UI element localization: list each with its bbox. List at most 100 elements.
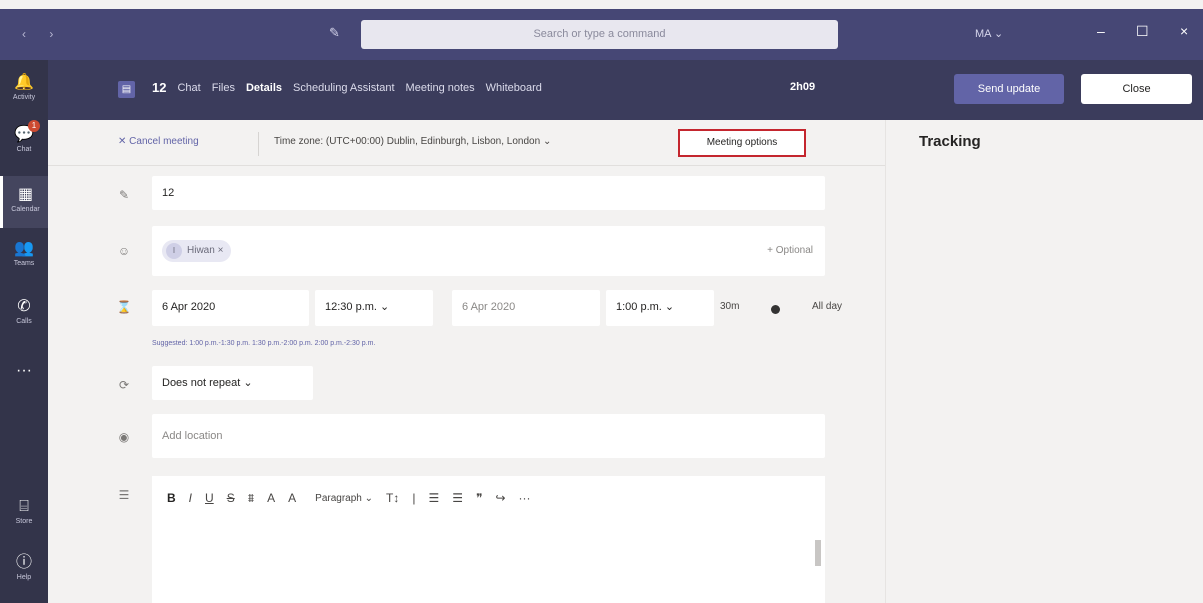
end-time-dropdown[interactable]: 1:00 p.m. ⌄ [606, 290, 714, 326]
rail-label-help: Help [16, 574, 32, 581]
end-date-field[interactable]: 6 Apr 2020 [452, 290, 600, 326]
strikethrough-button[interactable]: S [227, 491, 235, 505]
rail-item-teams[interactable]: 👥 Teams [0, 230, 48, 282]
rail-label-teams: Teams [13, 260, 35, 267]
teams-icon: 👥 [14, 240, 34, 257]
attendee-avatar: I [166, 243, 182, 260]
calendar-icon: ▦ [17, 186, 34, 203]
font-color-button[interactable]: A [267, 491, 275, 505]
formatting-toolbar: B I U S ⩩ A A Paragraph ⌄ T↕ | ☰ ☰ ❞ ↪ ·… [152, 476, 825, 520]
end-date-value: 6 Apr 2020 [462, 301, 516, 313]
rich-text-editor[interactable]: B I U S ⩩ A A Paragraph ⌄ T↕ | ☰ ☰ ❞ ↪ ·… [152, 476, 825, 603]
repeat-value: Does not repeat ⌄ [162, 377, 253, 389]
clear-format-button[interactable]: T↕ [386, 491, 399, 505]
suggested-times[interactable]: Suggested: 1:00 p.m.-1:30 p.m. 1:30 p.m.… [152, 340, 375, 347]
title-value: 12 [162, 187, 175, 199]
store-icon: ⌸ [19, 498, 29, 515]
attendees-field[interactable]: I Hiwan × + Optional [152, 226, 825, 276]
attendees-icon: ☺ [117, 244, 131, 258]
attendee-name: Hiwan [187, 245, 215, 257]
start-time-value: 12:30 p.m. ⌄ [325, 301, 390, 313]
bell-icon: 🔔 [14, 74, 34, 91]
toolbar-divider [258, 132, 259, 156]
meeting-options-button[interactable]: Meeting options [678, 129, 806, 157]
more-icon: ··· [16, 362, 32, 379]
optional-attendees-link[interactable]: + Optional [767, 226, 813, 276]
details-icon: ☰ [118, 488, 130, 502]
meeting-header: ▤ 12 Chat Files Details Scheduling Assis… [48, 60, 1203, 120]
all-day-toggle[interactable] [771, 305, 780, 314]
numbered-list-button[interactable]: ☰ [452, 491, 463, 505]
help-icon: ⓘ [15, 554, 32, 571]
rail-label-chat: Chat [16, 146, 32, 153]
rail-label-activity: Activity [12, 94, 36, 101]
meeting-timer: 2h09 [790, 81, 816, 93]
repeat-dropdown[interactable]: Does not repeat ⌄ [152, 366, 313, 400]
app-rail: 🔔 Activity 💬 1 Chat ▦ Calendar 👥 Teams ✆… [0, 60, 48, 603]
bold-button[interactable]: B [167, 491, 176, 505]
search-input[interactable]: Search or type a command [361, 20, 838, 49]
rail-label-calls: Calls [16, 318, 32, 325]
title-bar: ‹ › ✎ Search or type a command MA ⌄ – ☐ … [0, 9, 1203, 60]
rail-label-store: Store [15, 518, 33, 525]
tab-files[interactable]: Files [212, 82, 235, 94]
rail-label-calendar: Calendar [11, 206, 40, 213]
location-placeholder: Add location [162, 430, 223, 442]
highlight-button[interactable]: ⩩ [248, 491, 254, 506]
repeat-icon: ⟳ [118, 378, 130, 392]
maximize-icon[interactable]: ☐ [1136, 23, 1149, 40]
rail-item-help[interactable]: ⓘ Help [0, 544, 48, 596]
meeting-title: 12 [152, 80, 167, 95]
clock-icon: ⌛ [116, 300, 132, 314]
back-forward-arrows-icon[interactable]: ‹ › [22, 27, 63, 41]
more-options-icon[interactable]: ··· [519, 491, 531, 505]
rail-item-chat[interactable]: 💬 1 Chat [0, 116, 48, 168]
meeting-calendar-icon: ▤ [118, 81, 135, 98]
timezone-dropdown[interactable]: Time zone: (UTC+00:00) Dublin, Edinburgh… [274, 136, 551, 147]
end-time-value: 1:00 p.m. ⌄ [616, 301, 675, 313]
tab-details[interactable]: Details [246, 82, 282, 94]
rail-item-calls[interactable]: ✆ Calls [0, 288, 48, 340]
editor-scrollbar[interactable] [812, 530, 822, 603]
compose-icon[interactable]: ✎ [329, 25, 340, 41]
link-button[interactable]: ↪ [495, 491, 505, 505]
edit-title-icon: ✎ [118, 188, 130, 202]
tab-whiteboard[interactable]: Whiteboard [486, 82, 542, 94]
quote-button[interactable]: ❞ [476, 491, 482, 505]
location-icon: ◉ [118, 430, 130, 444]
minimize-icon[interactable]: – [1097, 23, 1105, 39]
divider-icon: | [412, 491, 416, 505]
close-button[interactable]: Close [1081, 74, 1192, 104]
bullet-list-button[interactable]: ☰ [428, 491, 439, 505]
location-input[interactable]: Add location [152, 414, 825, 458]
tab-meeting-notes[interactable]: Meeting notes [406, 82, 475, 94]
tab-scheduling-assistant[interactable]: Scheduling Assistant [293, 82, 395, 94]
start-time-dropdown[interactable]: 12:30 p.m. ⌄ [315, 290, 433, 326]
rail-item-activity[interactable]: 🔔 Activity [0, 64, 48, 116]
underline-button[interactable]: U [205, 491, 214, 505]
paragraph-dropdown[interactable]: Paragraph ⌄ [315, 493, 373, 504]
all-day-label: All day [812, 301, 843, 312]
meeting-toolbar: ✕ Cancel meeting Time zone: (UTC+00:00) … [48, 120, 885, 166]
send-update-button[interactable]: Send update [954, 74, 1064, 104]
attendee-chip[interactable]: I Hiwan × [162, 240, 232, 263]
meeting-tabs: 12 Chat Files Details Scheduling Assista… [152, 80, 542, 95]
tracking-panel: Tracking [885, 120, 1203, 603]
scroll-thumb[interactable] [815, 540, 821, 566]
rail-item-more[interactable]: ··· [0, 352, 48, 404]
tab-chat[interactable]: Chat [177, 82, 200, 94]
duration-label: 30m [720, 301, 740, 312]
font-size-button[interactable]: A [288, 491, 296, 505]
cancel-meeting-button[interactable]: ✕ Cancel meeting [118, 136, 199, 147]
tracking-title: Tracking [919, 133, 981, 150]
rail-item-store[interactable]: ⌸ Store [0, 488, 48, 540]
user-initials: MA [975, 28, 991, 40]
unread-badge: 1 [28, 120, 40, 132]
start-date-value: 6 Apr 2020 [162, 301, 216, 313]
profile-menu[interactable]: MA ⌄ [975, 27, 1003, 40]
start-date-field[interactable]: 6 Apr 2020 [152, 290, 309, 326]
close-window-icon[interactable]: × [1180, 23, 1188, 39]
italic-button[interactable]: I [189, 491, 192, 505]
rail-item-calendar[interactable]: ▦ Calendar [0, 176, 48, 228]
title-field[interactable]: 12 [152, 176, 825, 210]
